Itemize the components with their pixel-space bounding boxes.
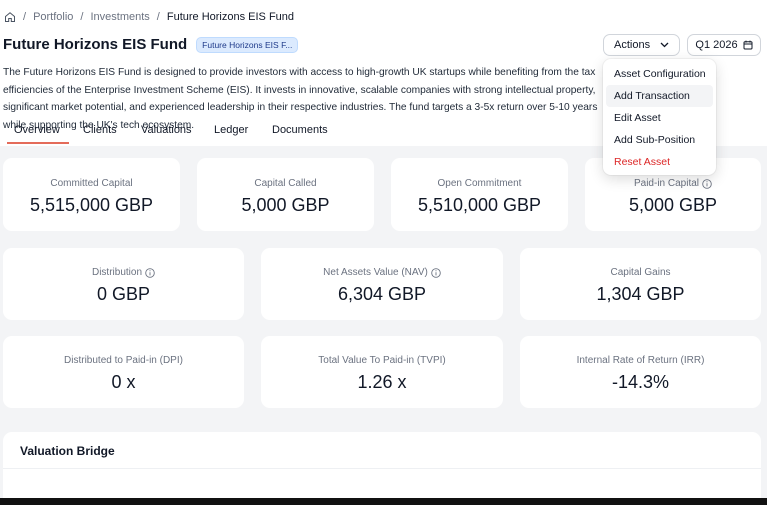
- menu-item-add-sub-position[interactable]: Add Sub-Position: [606, 129, 713, 151]
- valuation-bridge-title: Valuation Bridge: [20, 444, 115, 458]
- divider: [3, 468, 761, 469]
- breadcrumb-separator: /: [80, 11, 84, 23]
- metric-value: 1.26 x: [357, 372, 407, 392]
- metric-value: 0 x: [111, 372, 136, 392]
- metric-label: Committed Capital: [50, 178, 133, 189]
- actions-button-label: Actions: [614, 39, 651, 51]
- tab-valuations[interactable]: Valuations: [141, 124, 192, 136]
- menu-item-edit-asset[interactable]: Edit Asset: [606, 107, 713, 129]
- breadcrumb-current: Future Horizons EIS Fund: [166, 11, 295, 23]
- overview-content: Committed Capital 5,515,000 GBP Capital …: [0, 146, 767, 498]
- metric-card-distribution: Distribution 0 GBP: [3, 248, 244, 320]
- page-title: Future Horizons EIS Fund: [3, 36, 188, 53]
- period-label: Q1 2026: [695, 39, 738, 51]
- breadcrumb: / Portfolio / Investments / Future Horiz…: [4, 11, 294, 23]
- actions-dropdown-menu: Asset Configuration Add Transaction Edit…: [603, 59, 716, 175]
- metric-card-committed-capital: Committed Capital 5,515,000 GBP: [3, 158, 180, 231]
- active-tab-indicator: [7, 142, 69, 144]
- tab-documents[interactable]: Documents: [272, 124, 328, 136]
- metric-label: Internal Rate of Return (IRR): [576, 355, 705, 366]
- breadcrumb-portfolio[interactable]: Portfolio: [33, 11, 73, 23]
- info-icon[interactable]: [702, 178, 712, 189]
- actions-button[interactable]: Actions: [603, 34, 680, 56]
- breadcrumb-investments[interactable]: Investments: [90, 11, 149, 23]
- title-row: Future Horizons EIS Fund Future Horizons…: [3, 36, 299, 53]
- chevron-down-icon: [660, 42, 669, 48]
- metric-label: Total Value To Paid-in (TVPI): [318, 355, 446, 366]
- metric-value: 5,000 GBP: [628, 195, 718, 215]
- metric-label: Capital Called: [254, 178, 317, 189]
- period-selector[interactable]: Q1 2026: [687, 34, 761, 56]
- menu-item-asset-configuration[interactable]: Asset Configuration: [606, 63, 713, 85]
- metric-card-nav: Net Assets Value (NAV) 6,304 GBP: [261, 248, 503, 320]
- metric-value: 0 GBP: [96, 284, 151, 304]
- metric-card-capital-gains: Capital Gains 1,304 GBP: [520, 248, 761, 320]
- metric-card-dpi: Distributed to Paid-in (DPI) 0 x: [3, 336, 244, 408]
- tab-ledger[interactable]: Ledger: [214, 124, 248, 136]
- calendar-icon: [743, 40, 753, 50]
- metric-card-open-commitment: Open Commitment 5,510,000 GBP: [391, 158, 568, 231]
- fund-badge: Future Horizons EIS F...: [196, 36, 299, 53]
- metric-label: Net Assets Value (NAV): [261, 267, 503, 278]
- tab-clients[interactable]: Clients: [83, 124, 117, 136]
- metric-card-capital-called: Capital Called 5,000 GBP: [197, 158, 374, 231]
- metric-value: 5,510,000 GBP: [417, 195, 542, 215]
- metric-value: 5,515,000 GBP: [29, 195, 154, 215]
- metric-value: 5,000 GBP: [241, 195, 330, 215]
- metric-value: 6,304 GBP: [337, 284, 427, 304]
- bottom-bar: [0, 498, 767, 505]
- menu-item-reset-asset[interactable]: Reset Asset: [606, 151, 713, 173]
- info-icon[interactable]: [431, 267, 441, 278]
- metric-label: Capital Gains: [610, 267, 671, 278]
- metric-label: Distributed to Paid-in (DPI): [64, 355, 183, 366]
- metric-label: Open Commitment: [437, 178, 522, 189]
- metric-value: 1,304 GBP: [596, 284, 685, 304]
- menu-item-add-transaction[interactable]: Add Transaction: [606, 85, 713, 107]
- home-icon[interactable]: [4, 11, 16, 23]
- metric-card-tvpi: Total Value To Paid-in (TVPI) 1.26 x: [261, 336, 503, 408]
- metric-value: -14.3%: [611, 372, 670, 392]
- metric-card-irr: Internal Rate of Return (IRR) -14.3%: [520, 336, 761, 408]
- metric-label: Distribution: [3, 267, 244, 278]
- breadcrumb-separator: /: [23, 11, 27, 23]
- tab-overview[interactable]: Overview: [14, 124, 60, 136]
- valuation-bridge-panel: Valuation Bridge: [3, 432, 761, 498]
- info-icon[interactable]: [145, 267, 155, 278]
- metric-label: Paid-in Capital: [585, 178, 761, 189]
- breadcrumb-separator: /: [156, 11, 160, 23]
